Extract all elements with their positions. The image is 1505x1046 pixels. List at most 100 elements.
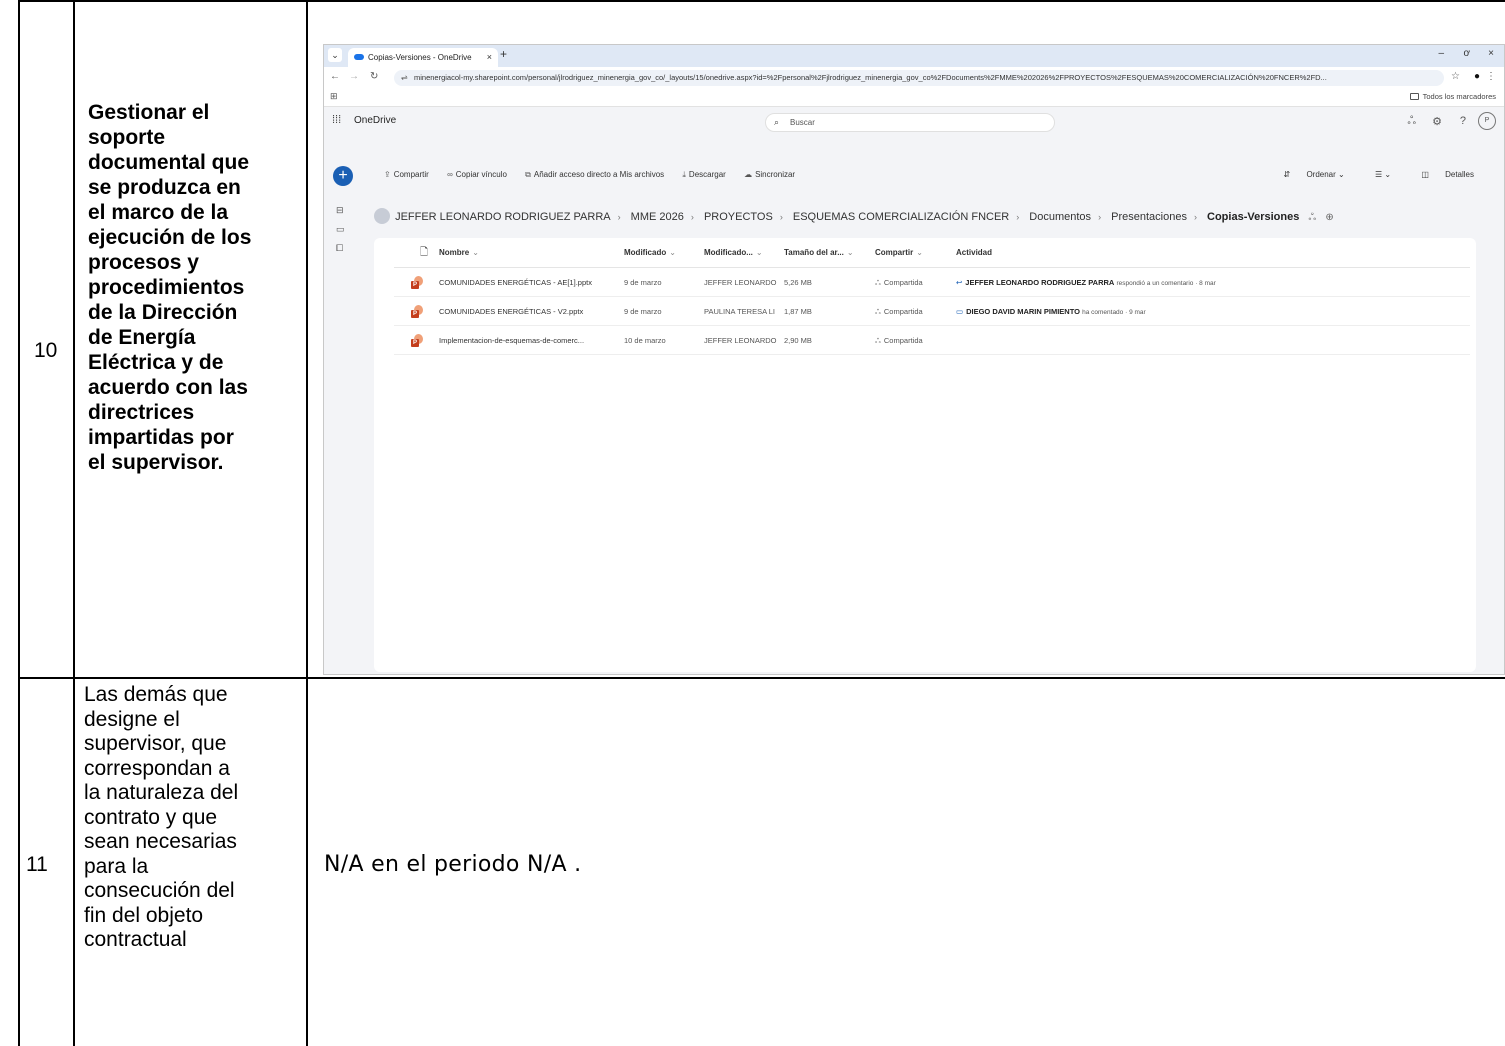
file-size: 2,90 MB xyxy=(784,336,812,345)
chevron-right-icon: › xyxy=(690,212,694,222)
file-type-icon: 🗋 xyxy=(420,247,429,258)
breadcrumb-item[interactable]: MME 2026 xyxy=(631,211,684,223)
table-border-top xyxy=(18,0,1505,2)
app-launcher-icon[interactable]: ⁞⁞⁞ xyxy=(332,114,341,126)
column-header-sharing[interactable]: Compartir ⌄ xyxy=(875,248,923,257)
share-people-icon[interactable]: ஃ xyxy=(1407,115,1416,129)
breadcrumb: JEFFER LEONARDO RODRIGUEZ PARRA › MME 202… xyxy=(374,208,1334,224)
chevron-right-icon: › xyxy=(1016,212,1020,222)
details-button[interactable]: ◫ Detalles xyxy=(1407,170,1474,179)
view-options-button[interactable]: ☰ ⌄ xyxy=(1361,170,1391,179)
copy-link-command[interactable]: ∞ Copiar vínculo xyxy=(447,170,515,179)
forward-arrow-icon[interactable]: → xyxy=(349,71,359,82)
sort-button[interactable]: ⇵ Ordenar ⌄ xyxy=(1270,170,1345,179)
table-row[interactable]: P COMUNIDADES ENERGÉTICAS - AE[1].pptx 9… xyxy=(374,268,1476,297)
file-name[interactable]: Implementacion-de-esquemas-de-comerc... xyxy=(439,336,584,345)
column-header-activity[interactable]: Actividad xyxy=(956,248,992,257)
url-field[interactable]: ⇌ minenergiacol-my.sharepoint.com/person… xyxy=(394,70,1444,86)
window-restore-button[interactable]: ơ xyxy=(1463,48,1470,59)
browser-menu-icon[interactable]: ⋮ xyxy=(1486,71,1496,82)
browser-tab[interactable]: Copias-Versiones - OneDrive × xyxy=(348,48,498,67)
chevron-right-icon: › xyxy=(1193,212,1197,222)
shortcut-icon: ⧉ xyxy=(525,170,531,179)
onedrive-cloud-icon xyxy=(354,54,364,60)
folder-rail-icon[interactable]: ▭ xyxy=(336,224,345,235)
row-number: 10 xyxy=(34,339,58,362)
settings-gear-icon[interactable]: ⚙ xyxy=(1432,115,1442,128)
file-activity: ↩ JEFFER LEONARDO RODRIGUEZ PARRA respond… xyxy=(956,278,1216,287)
tab-search-chevron-icon[interactable]: ⌄ xyxy=(328,48,342,62)
site-settings-icon[interactable]: ⇌ xyxy=(401,70,408,86)
bookmark-star-icon[interactable]: ☆ xyxy=(1451,71,1460,82)
help-icon[interactable]: ? xyxy=(1460,115,1466,127)
list-view-icon: ☰ xyxy=(1374,170,1383,179)
home-rail-icon[interactable]: ⊟ xyxy=(336,205,344,216)
table-border-left xyxy=(18,0,20,1046)
row-description: Las demás que designe el supervisor, que… xyxy=(84,683,239,951)
powerpoint-file-icon: P xyxy=(411,334,423,347)
people-icon: ஃ xyxy=(875,307,881,316)
powerpoint-file-icon: P xyxy=(411,276,423,289)
file-name[interactable]: COMUNIDADES ENERGÉTICAS - AE[1].pptx xyxy=(439,278,592,287)
back-arrow-icon[interactable]: ← xyxy=(330,71,340,82)
column-header-name[interactable]: Nombre ⌄ xyxy=(439,248,479,257)
onedrive-header: ⁞⁞⁞ OneDrive ⌕ Buscar ஃ ⚙ ? P xyxy=(324,107,1504,137)
breadcrumb-item[interactable]: PROYECTOS xyxy=(704,211,773,223)
table-border-col2 xyxy=(306,0,308,1046)
search-box[interactable]: ⌕ Buscar xyxy=(765,113,1055,132)
profile-icon[interactable]: ● xyxy=(1474,71,1480,82)
row-description: Gestionar el soporte documental que se p… xyxy=(88,101,252,474)
breadcrumb-item[interactable]: Presentaciones xyxy=(1111,211,1187,223)
comment-icon: ▭ xyxy=(956,307,964,316)
file-modified: 10 de marzo xyxy=(624,336,666,345)
sync-icon: ☁ xyxy=(744,170,753,179)
file-modified-by: JEFFER LEONARDO xyxy=(704,336,777,345)
download-icon: ⤓ xyxy=(682,170,686,179)
apps-grid-icon[interactable]: ⊞ xyxy=(330,91,338,102)
bookmarks-bar: ⊞ Todos los marcadores xyxy=(324,89,1504,107)
table-row-divider xyxy=(18,677,1505,679)
shared-rail-icon[interactable]: ⧠ xyxy=(336,243,343,254)
column-header-modified[interactable]: Modificado ⌄ xyxy=(624,248,676,257)
breadcrumb-item[interactable]: Documentos xyxy=(1029,211,1091,223)
reply-icon: ↩ xyxy=(956,278,963,287)
table-row[interactable]: P Implementacion-de-esquemas-de-comerc..… xyxy=(374,326,1476,355)
avatar[interactable]: P xyxy=(1478,112,1496,130)
reload-icon[interactable]: ↻ xyxy=(370,71,378,82)
sync-command[interactable]: ☁ Sincronizar xyxy=(744,170,803,179)
table-border-col1 xyxy=(73,0,75,1046)
share-icon: ⇪ xyxy=(384,170,391,179)
folder-icon xyxy=(1409,93,1419,100)
new-tab-button[interactable]: + xyxy=(500,47,507,61)
command-bar: ⇪ Compartir ∞ Copiar vínculo ⧉ Añadir acces… xyxy=(384,170,811,184)
onedrive-screenshot: ⌄ Copias-Versiones - OneDrive × + – ơ × … xyxy=(323,44,1505,675)
browser-tab-bar: ⌄ Copias-Versiones - OneDrive × + – ơ × xyxy=(324,45,1504,67)
column-header-size[interactable]: Tamaño del ar... ⌄ xyxy=(784,248,854,257)
file-list: 🗋 Nombre ⌄ Modificado ⌄ Modificado... ⌄ Tam… xyxy=(374,238,1476,672)
column-header-modified-by[interactable]: Modificado... ⌄ xyxy=(704,248,763,257)
powerpoint-file-icon: P xyxy=(411,305,423,318)
all-bookmarks-button[interactable]: Todos los marcadores xyxy=(1409,92,1496,101)
file-modified: 9 de marzo xyxy=(624,278,662,287)
file-name[interactable]: COMUNIDADES ENERGÉTICAS - V2.pptx xyxy=(439,307,583,316)
evidence-text: N/A en el periodo N/A . xyxy=(324,852,582,877)
add-shortcut-command[interactable]: ⧉ Añadir acceso directo a Mis archivos xyxy=(525,170,672,179)
search-icon: ⌕ xyxy=(774,117,780,127)
download-command[interactable]: ⤓ Descargar xyxy=(682,170,733,179)
tab-close-icon[interactable]: × xyxy=(487,48,492,67)
file-sharing: ஃ Compartida xyxy=(875,336,923,345)
breadcrumb-current: Copias-Versiones xyxy=(1207,211,1300,223)
app-title[interactable]: OneDrive xyxy=(354,115,396,126)
create-new-button[interactable]: + xyxy=(333,166,353,186)
share-command[interactable]: ⇪ Compartir xyxy=(384,170,437,179)
window-close-button[interactable]: × xyxy=(1488,48,1494,59)
breadcrumb-item[interactable]: ESQUEMAS COMERCIALIZACIÓN FNCER xyxy=(793,211,1009,223)
file-sharing: ஃ Compartida xyxy=(875,278,923,287)
row-number: 11 xyxy=(26,853,48,876)
file-activity: ▭ DIEGO DAVID MARIN PIMIENTO ha comentado… xyxy=(956,307,1146,316)
breadcrumb-item[interactable]: JEFFER LEONARDO RODRIGUEZ PARRA xyxy=(395,211,611,223)
people-icon: ஃ xyxy=(875,336,881,345)
user-avatar-icon xyxy=(374,208,390,224)
table-row[interactable]: P COMUNIDADES ENERGÉTICAS - V2.pptx 9 de… xyxy=(374,297,1476,326)
window-minimize-button[interactable]: – xyxy=(1438,48,1444,59)
